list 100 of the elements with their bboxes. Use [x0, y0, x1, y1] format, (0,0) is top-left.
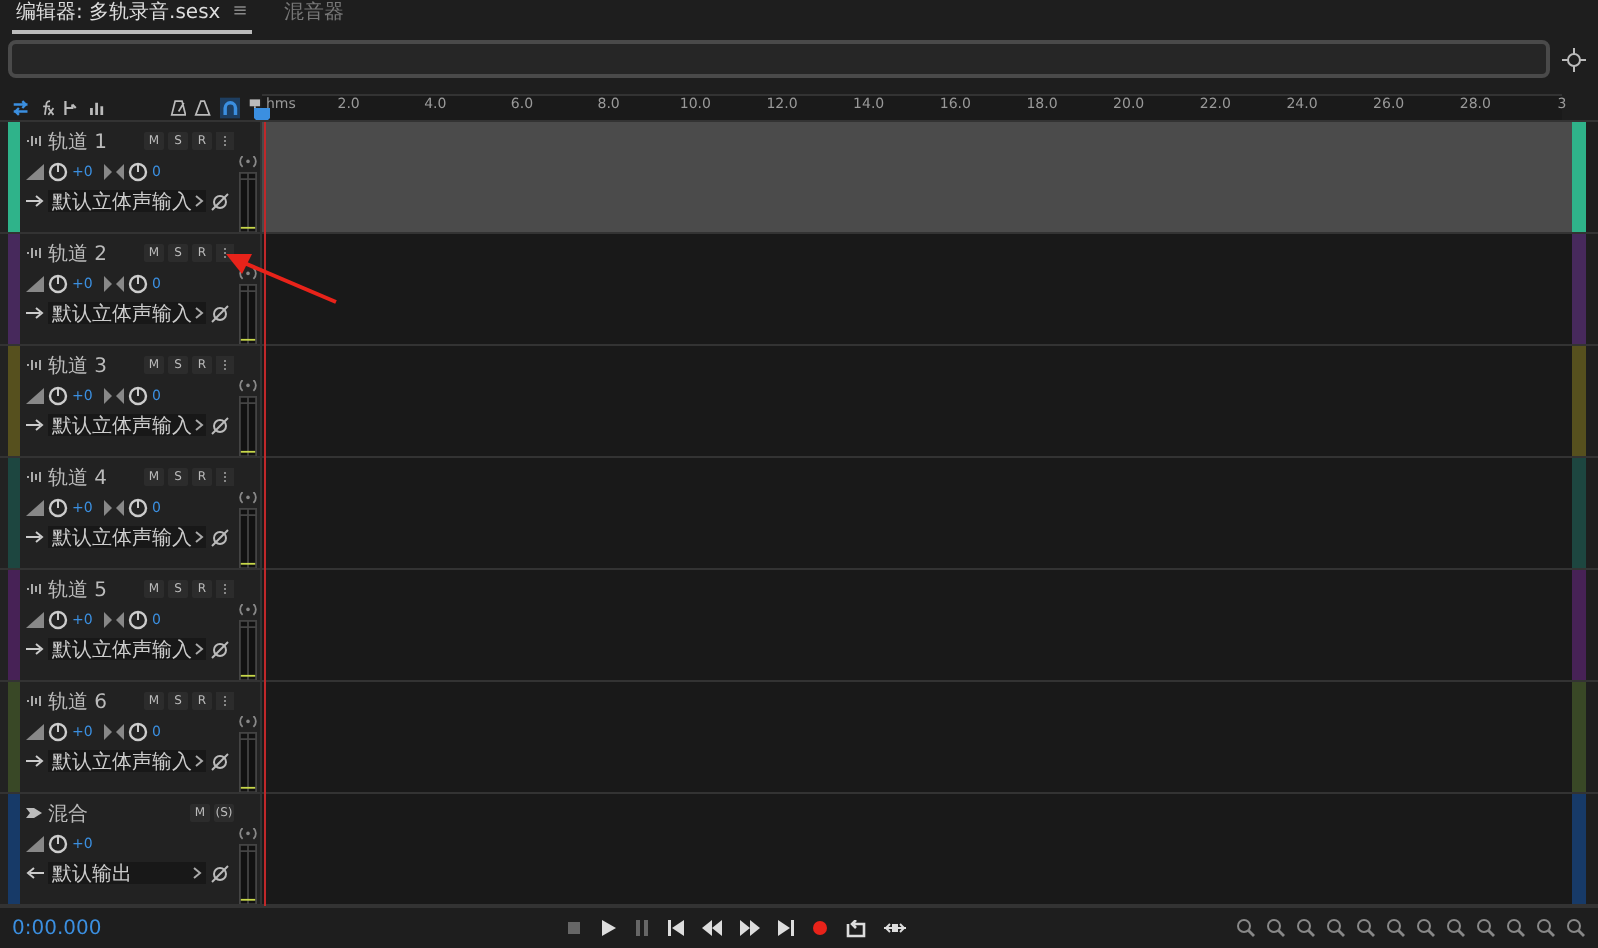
route-dropdown[interactable]: 默认立体声输入: [48, 750, 206, 773]
volume-knob[interactable]: [48, 721, 68, 742]
skip-start-icon[interactable]: [668, 920, 684, 937]
chevron-icon: [194, 642, 204, 657]
volume-knob[interactable]: [48, 273, 68, 294]
phase-invert-icon[interactable]: [210, 751, 230, 772]
meter-toggle-icon[interactable]: [237, 492, 257, 504]
stop-icon[interactable]: [566, 920, 582, 937]
record-icon[interactable]: [812, 920, 828, 937]
fx-icon[interactable]: [37, 97, 55, 118]
output-arrow-icon: [26, 866, 44, 881]
meter-toggle-icon[interactable]: [237, 156, 257, 168]
metronome-icon[interactable]: [194, 97, 212, 118]
volume-knob[interactable]: [48, 497, 68, 518]
phase-invert-icon[interactable]: [210, 863, 230, 884]
mix-icon: [26, 806, 44, 821]
route-dropdown[interactable]: 默认输出: [48, 862, 206, 885]
input-arrow-icon: [26, 754, 44, 769]
route-dropdown[interactable]: 默认立体声输入: [48, 190, 206, 213]
editor-tab[interactable]: 编辑器: 多轨录音.sesx ≡: [12, 0, 252, 34]
route-dropdown[interactable]: 默认立体声输入: [48, 414, 206, 437]
time-display: 0:00.000: [12, 917, 104, 940]
volume-icon: [26, 275, 44, 292]
more-icon[interactable]: [216, 692, 234, 711]
routing-icon[interactable]: [62, 97, 80, 118]
phase-invert-icon[interactable]: [210, 415, 230, 436]
skip-selection-icon[interactable]: [884, 920, 906, 937]
fast-forward-icon[interactable]: [740, 920, 760, 937]
zoom-icon[interactable]: [1476, 918, 1496, 939]
waveform-icon: [26, 358, 44, 373]
zoom-icon[interactable]: [1326, 918, 1346, 939]
skip-end-icon[interactable]: [778, 920, 794, 937]
track-name[interactable]: 混合: [48, 799, 186, 828]
pan-knob[interactable]: [128, 721, 148, 742]
volume-icon: [26, 611, 44, 628]
track-name[interactable]: 轨道 1: [48, 127, 140, 156]
volume-knob[interactable]: [48, 833, 68, 854]
pan-knob[interactable]: [128, 385, 148, 406]
volume-knob[interactable]: [48, 609, 68, 630]
phase-invert-icon[interactable]: [210, 639, 230, 660]
meter-toggle-icon[interactable]: [237, 828, 257, 840]
loop-icon[interactable]: [846, 919, 866, 938]
track-name[interactable]: 轨道 2: [48, 239, 140, 268]
level-meter: [237, 731, 257, 793]
phase-invert-icon[interactable]: [210, 303, 230, 324]
zoom-icon[interactable]: [1416, 918, 1436, 939]
track-name[interactable]: 轨道 4: [48, 463, 140, 492]
zoom-icon[interactable]: [1236, 918, 1256, 939]
magnet-icon[interactable]: [219, 95, 241, 120]
annotation-arrow: [226, 252, 338, 305]
pause-icon[interactable]: [634, 920, 650, 937]
phase-invert-icon[interactable]: [210, 191, 230, 212]
zoom-icon[interactable]: [1446, 918, 1466, 939]
chevron-icon: [194, 530, 204, 545]
chevron-icon: [194, 194, 204, 209]
zoom-navigator-icon[interactable]: [1562, 47, 1586, 71]
track-name[interactable]: 轨道 3: [48, 351, 140, 380]
bars-icon[interactable]: [87, 97, 105, 118]
rewind-icon[interactable]: [702, 920, 722, 937]
play-icon[interactable]: [600, 920, 616, 937]
meter-toggle-icon[interactable]: [237, 716, 257, 728]
pan-knob[interactable]: [128, 497, 148, 518]
more-icon[interactable]: [216, 132, 234, 151]
zoom-icon[interactable]: [1266, 918, 1286, 939]
more-icon[interactable]: [216, 580, 234, 599]
volume-icon: [26, 499, 44, 516]
zoom-icon[interactable]: [1356, 918, 1376, 939]
volume-knob[interactable]: [48, 385, 68, 406]
track-name[interactable]: 轨道 5: [48, 575, 140, 604]
metronome-icon[interactable]: [169, 97, 187, 118]
pan-knob[interactable]: [128, 161, 148, 182]
meter-toggle-icon[interactable]: [237, 604, 257, 616]
level-meter: [237, 619, 257, 681]
level-meter: [237, 507, 257, 569]
meter-toggle-icon[interactable]: [237, 380, 257, 392]
input-arrow-icon: [26, 306, 44, 321]
route-dropdown[interactable]: 默认立体声输入: [48, 638, 206, 661]
swap-icon[interactable]: [12, 97, 30, 118]
zoom-icon[interactable]: [1536, 918, 1556, 939]
input-arrow-icon: [26, 530, 44, 545]
zoom-icon[interactable]: [1506, 918, 1526, 939]
level-meter: [237, 171, 257, 233]
more-icon[interactable]: [216, 468, 234, 487]
waveform-icon: [26, 470, 44, 485]
route-dropdown[interactable]: 默认立体声输入: [48, 526, 206, 549]
waveform-icon: [26, 582, 44, 597]
pan-knob[interactable]: [128, 609, 148, 630]
phase-invert-icon[interactable]: [210, 527, 230, 548]
track-name[interactable]: 轨道 6: [48, 687, 140, 716]
editor-tab[interactable]: 混音器: [279, 0, 348, 34]
meter-toggle-icon[interactable]: [237, 268, 257, 280]
volume-knob[interactable]: [48, 161, 68, 182]
pan-knob[interactable]: [128, 273, 148, 294]
pan-icon: [104, 387, 124, 404]
zoom-icon[interactable]: [1296, 918, 1316, 939]
zoom-icon[interactable]: [1386, 918, 1406, 939]
more-icon[interactable]: [216, 356, 234, 375]
route-dropdown[interactable]: 默认立体声输入: [48, 302, 206, 325]
volume-icon: [26, 835, 44, 852]
zoom-icon[interactable]: [1566, 918, 1586, 939]
